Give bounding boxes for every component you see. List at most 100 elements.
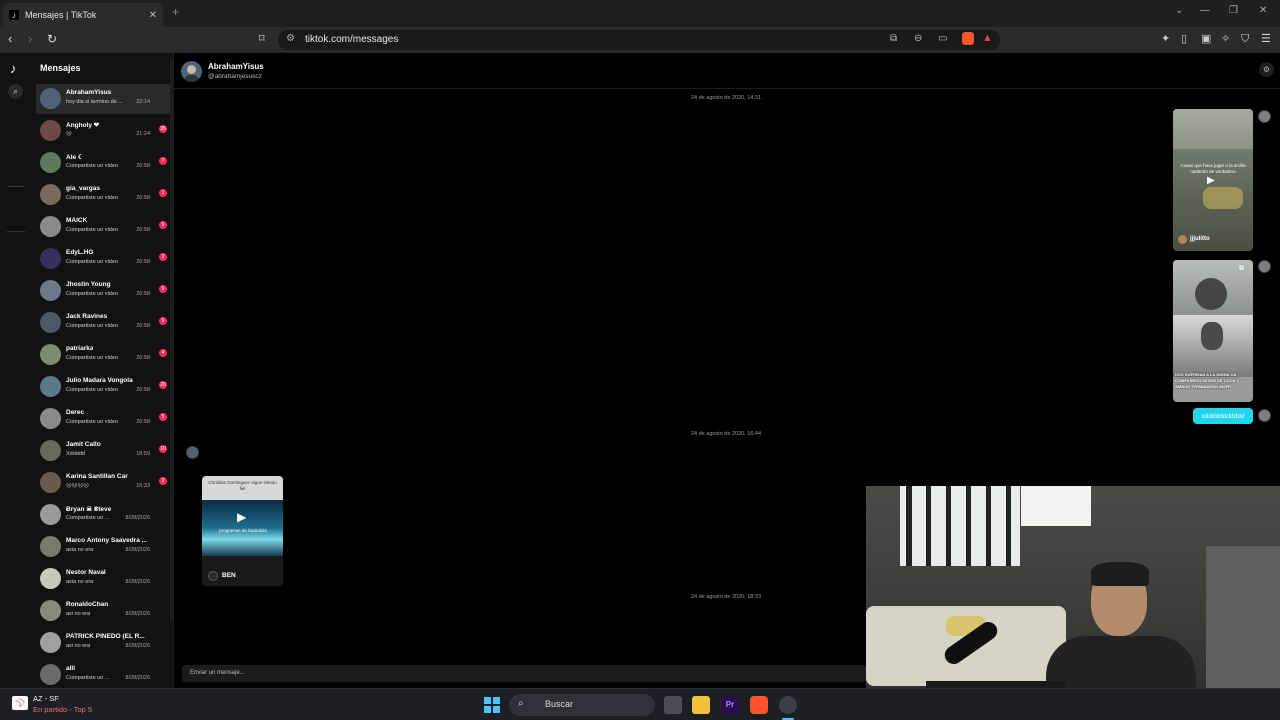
conversation-item[interactable]: patriarka Compartiste un video 20:58 4 [36,340,170,370]
weather-sub: En partido - Top 5 [33,705,93,714]
conversation-preview: ☹☹☹☹ [66,483,89,489]
cast-icon[interactable]: ▭ [938,33,947,44]
new-tab-button[interactable]: + [172,5,179,19]
unread-badge: 2 [159,253,167,261]
tiktok-rail: ♪ ⌕ [0,53,32,688]
conversation-item[interactable]: RonaldoChan asi no era 8/28/2026 [36,596,170,626]
windows-taskbar: ⚾ AZ - SF En partido - Top 5 ⌕ Buscar Pr [0,688,1280,720]
windows-start-icon[interactable] [484,697,500,713]
conversation-item[interactable]: Angholy ❤ ☹ 21:24 35 [36,116,170,146]
messages-heading: Mensajes [40,63,81,73]
conversation-item[interactable]: Ƀryan ☠ ₴teve Compartiste un ... 8/28/2026 [36,500,170,530]
conversation-item[interactable]: Karina Santillan Car ☹☹☹☹ 16:33 2 [36,468,170,498]
expand-icon[interactable]: ⧉ [1239,265,1244,273]
rail-divider [7,186,25,187]
shared-video-card[interactable]: DOS DUERMAN A LA MISMA CA COMPAÑERO DESD… [1173,260,1253,402]
brave-rewards-icon[interactable]: ▲ [982,32,993,44]
video-caption: Cosas que hace jugar a la arcilla nadand… [1180,163,1246,174]
conversation-preview: Compartiste un video [66,291,118,297]
tab-title: Mensajes | TikTok [25,10,97,20]
conversation-item[interactable]: PATRICK PINEDO (EL R... asi no era 8/28/20… [36,628,170,658]
message-input[interactable]: Enviar un mensaje... [182,665,866,682]
conversation-item[interactable]: EdyL.HG Compartiste un video 20:58 2 [36,244,170,274]
site-info-icon[interactable]: ⚙ [286,33,295,44]
unread-badge: 10 [159,445,167,453]
reload-icon[interactable]: ↻ [47,32,57,46]
menu-icon[interactable]: ☰ [1261,33,1271,45]
minimize-icon[interactable]: — [1200,5,1210,16]
conversation-item[interactable]: AbrahamYisus hoy dia si termino de ... 22:… [36,84,170,114]
conversation-item[interactable]: alli Compartiste un ... 8/28/2026 [36,660,170,690]
wallet-icon[interactable]: ▣ [1201,33,1211,45]
avatar [40,376,61,397]
close-window-icon[interactable]: ✕ [1259,5,1267,16]
play-icon[interactable]: ▶ [1207,175,1219,187]
address-bar[interactable]: ⚙ tiktok.com/messages ⧉ ⊖ ▭ ▲ [278,30,1000,50]
chat-settings-icon[interactable]: ⚙ [1259,62,1274,77]
conversation-scrollbar[interactable] [170,60,173,620]
conversation-item[interactable]: Derec Compartiste un video 20:58 5 [36,404,170,434]
shared-subcaption: programas de farándula [219,528,267,533]
tiktok-favicon-icon: ♪ [9,10,19,20]
conversation-item[interactable]: gia_vargas Compartiste un video 20:58 1 [36,180,170,210]
conversation-time: 20:58 [136,227,150,233]
chat-name[interactable]: AbrahamYisus [208,62,264,71]
conversation-preview: Compartiste un video [66,419,118,425]
shared-video-card[interactable]: Cosas que hace jugar a la arcilla nadand… [1173,109,1253,251]
weather-title[interactable]: AZ - SF [33,694,59,703]
sender-avatar[interactable] [186,446,199,459]
restore-icon[interactable]: ❐ [1229,5,1238,16]
browser-tab[interactable]: ♪ Mensajes | TikTok ✕ [3,3,163,27]
conversation-item[interactable]: Jhostin Young Compartiste un video 20:58 6 [36,276,170,306]
sidebar-icon[interactable]: ▯ [1181,33,1187,45]
play-icon[interactable]: ▶ [237,510,246,524]
conversation-name: Karina Santillan Car [66,473,128,480]
avatar [40,184,61,205]
taskbar-search[interactable]: ⌕ Buscar [509,694,655,716]
unread-badge: 1 [159,189,167,197]
author-avatar [208,571,218,581]
conversation-item[interactable]: Ale ☾ Compartiste un video 20:58 7 [36,148,170,178]
tab-list-icon[interactable]: ⌄ [1175,5,1183,16]
avatar [40,248,61,269]
search-icon[interactable]: ⌕ [8,84,23,99]
date-stamp: 24 de agosto de 2026, 18:33 [690,594,762,600]
task-view-icon[interactable] [664,696,682,714]
received-video-card[interactable]: Christian Dominguez sigue siendo fiel ▶ … [202,476,283,586]
vpn-icon[interactable]: ⛉ [1241,33,1249,45]
webcam-overlay [866,486,1280,720]
translate-icon[interactable]: ⧉ [890,33,897,44]
mlb-icon[interactable]: ⚾ [12,696,28,710]
brave-shields-icon[interactable] [962,32,974,45]
sent-message-bubble[interactable]: xddddddddddd [1193,408,1253,424]
obs-icon[interactable] [779,696,797,714]
avatar [40,312,61,333]
tiktok-logo-icon[interactable]: ♪ [10,61,17,76]
file-explorer-icon[interactable] [692,696,710,714]
avatar [40,472,61,493]
conversation-item[interactable]: Nestor Naval asia no era 8/28/2026 [36,564,170,594]
zoom-icon[interactable]: ⊖ [914,33,922,44]
avatar [40,536,61,557]
close-tab-icon[interactable]: ✕ [149,10,157,21]
conversation-item[interactable]: MAICK Compartiste un video 20:58 6 [36,212,170,242]
bookmark-icon[interactable]: ⌑ [259,32,265,46]
back-icon[interactable]: ‹ [8,32,12,46]
chat-avatar[interactable] [181,61,202,82]
conversation-preview: Compartiste un video [66,227,118,233]
conversation-item[interactable]: Julio Madara Vongola Compartiste un video… [36,372,170,402]
brave-browser-icon[interactable] [750,696,768,714]
conversation-item[interactable]: Jamit Callo Xddddd 18:59 10 [36,436,170,466]
forward-icon[interactable]: › [28,32,32,46]
conversation-preview: Compartiste un video [66,195,118,201]
conversation-item[interactable]: Jack Ravines Compartiste un video 20:58 6 [36,308,170,338]
conversation-preview: asi no era [66,611,91,617]
conversation-preview: Compartiste un video [66,387,118,393]
shared-author: BEN [222,572,236,579]
conversation-time: 18:59 [136,451,150,457]
extensions-icon[interactable]: ✦ [1161,33,1170,45]
leo-ai-icon[interactable]: ✧ [1221,33,1230,45]
conversation-name: patriarka [66,345,94,352]
premiere-icon[interactable]: Pr [721,696,739,714]
conversation-item[interactable]: Marco Antony Saavedra ... asia no era 8/28… [36,532,170,562]
